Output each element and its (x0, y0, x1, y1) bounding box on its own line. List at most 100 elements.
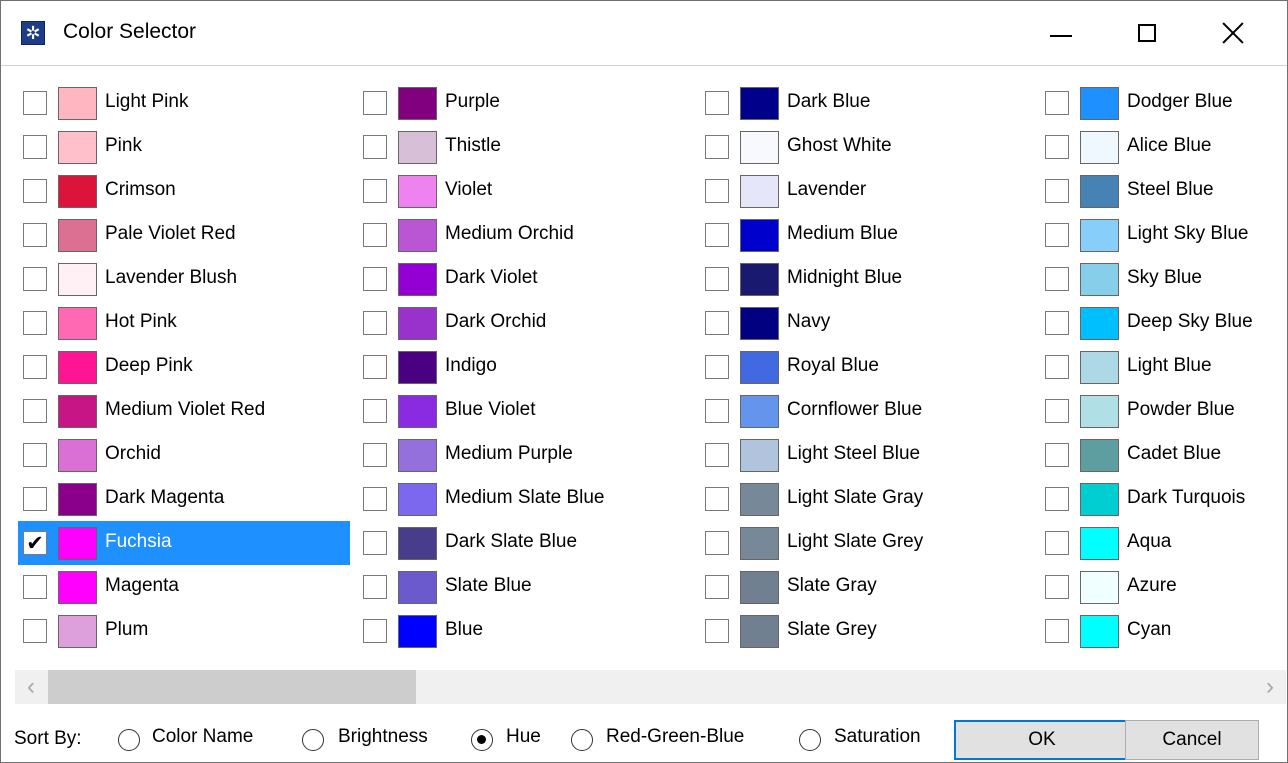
minimize-button[interactable] (1019, 1, 1103, 65)
color-checkbox[interactable] (705, 179, 729, 203)
color-list-item[interactable]: Blue Violet (358, 389, 690, 433)
color-checkbox[interactable] (705, 487, 729, 511)
color-list-item[interactable]: Deep Sky Blue (1040, 301, 1287, 345)
sort-option-brightness-label[interactable]: Brightness (338, 726, 428, 748)
color-checkbox[interactable] (363, 135, 387, 159)
sort-radio-brightness[interactable] (302, 729, 324, 751)
color-checkbox[interactable] (705, 531, 729, 555)
sort-radio-saturation[interactable] (799, 729, 821, 751)
color-list-item[interactable]: Light Sky Blue (1040, 213, 1287, 257)
color-checkbox[interactable] (705, 135, 729, 159)
color-checkbox[interactable] (23, 619, 47, 643)
sort-radio-hue[interactable] (471, 729, 493, 751)
color-list-item[interactable]: Dark Blue (700, 81, 1032, 125)
color-list-item[interactable]: Medium Slate Blue (358, 477, 690, 521)
color-checkbox[interactable] (363, 575, 387, 599)
color-checkbox[interactable] (363, 267, 387, 291)
color-list-item[interactable]: Medium Violet Red (18, 389, 350, 433)
color-checkbox[interactable] (705, 619, 729, 643)
color-list-item[interactable]: Steel Blue (1040, 169, 1287, 213)
color-checkbox[interactable] (363, 487, 387, 511)
cancel-button[interactable]: Cancel (1125, 720, 1259, 760)
color-list-item[interactable]: Pink (18, 125, 350, 169)
color-checkbox[interactable] (23, 223, 47, 247)
sort-radio-red-green-blue[interactable] (571, 729, 593, 751)
color-checkbox[interactable] (363, 443, 387, 467)
color-checkbox[interactable] (705, 355, 729, 379)
color-list-item[interactable]: Aqua (1040, 521, 1287, 565)
color-list-item[interactable]: Medium Purple (358, 433, 690, 477)
color-list-item[interactable]: Orchid (18, 433, 350, 477)
color-list-item[interactable]: Cadet Blue (1040, 433, 1287, 477)
color-checkbox[interactable] (23, 443, 47, 467)
color-list-item[interactable]: Violet (358, 169, 690, 213)
color-checkbox[interactable] (23, 399, 47, 423)
color-checkbox[interactable] (23, 487, 47, 511)
color-checkbox[interactable] (23, 179, 47, 203)
color-checkbox[interactable] (1045, 355, 1069, 379)
color-list-item[interactable]: Deep Pink (18, 345, 350, 389)
color-checkbox[interactable] (1045, 619, 1069, 643)
color-list-item[interactable]: ✔ Fuchsia (18, 521, 350, 565)
color-checkbox[interactable] (1045, 575, 1069, 599)
sort-option-hue-label[interactable]: Hue (506, 726, 541, 748)
scroll-right-arrow-icon[interactable]: › (1254, 670, 1286, 704)
color-list-item[interactable]: Thistle (358, 125, 690, 169)
color-checkbox[interactable] (705, 223, 729, 247)
color-list-item[interactable]: Navy (700, 301, 1032, 345)
color-checkbox[interactable] (363, 355, 387, 379)
color-checkbox[interactable] (363, 311, 387, 335)
color-checkbox[interactable] (1045, 179, 1069, 203)
color-checkbox[interactable] (1045, 443, 1069, 467)
color-list-item[interactable]: Medium Orchid (358, 213, 690, 257)
color-list-item[interactable]: Light Slate Gray (700, 477, 1032, 521)
color-list-item[interactable]: Dark Turquois (1040, 477, 1287, 521)
color-list-item[interactable]: Ghost White (700, 125, 1032, 169)
color-checkbox[interactable] (1045, 267, 1069, 291)
color-list-item[interactable]: Light Blue (1040, 345, 1287, 389)
color-checkbox[interactable] (1045, 487, 1069, 511)
color-list-item[interactable]: Purple (358, 81, 690, 125)
close-button[interactable] (1191, 1, 1275, 65)
color-checkbox[interactable] (363, 91, 387, 115)
color-list-item[interactable]: Dodger Blue (1040, 81, 1287, 125)
color-list-item[interactable]: Alice Blue (1040, 125, 1287, 169)
scrollbar-thumb[interactable] (48, 670, 416, 704)
title-bar[interactable]: ✲ Color Selector (1, 1, 1287, 66)
horizontal-scrollbar[interactable]: ‹ › (15, 670, 1286, 704)
sort-option-color-name-label[interactable]: Color Name (152, 726, 253, 748)
color-list-item[interactable]: Light Slate Grey (700, 521, 1032, 565)
color-list-item[interactable]: Midnight Blue (700, 257, 1032, 301)
color-checkbox[interactable] (1045, 135, 1069, 159)
color-checkbox[interactable]: ✔ (23, 531, 47, 555)
color-list-item[interactable]: Medium Blue (700, 213, 1032, 257)
color-checkbox[interactable] (705, 399, 729, 423)
sort-radio-color-name[interactable] (118, 729, 140, 751)
color-list-item[interactable]: Royal Blue (700, 345, 1032, 389)
color-list-item[interactable]: Pale Violet Red (18, 213, 350, 257)
color-list-item[interactable]: Dark Violet (358, 257, 690, 301)
color-checkbox[interactable] (23, 91, 47, 115)
color-checkbox[interactable] (363, 531, 387, 555)
color-checkbox[interactable] (363, 179, 387, 203)
color-list-item[interactable]: Dark Slate Blue (358, 521, 690, 565)
color-checkbox[interactable] (705, 91, 729, 115)
color-checkbox[interactable] (705, 443, 729, 467)
color-checkbox[interactable] (1045, 223, 1069, 247)
color-checkbox[interactable] (23, 267, 47, 291)
color-list-item[interactable]: Cyan (1040, 609, 1287, 653)
color-list-item[interactable]: Cornflower Blue (700, 389, 1032, 433)
color-list-item[interactable]: Light Steel Blue (700, 433, 1032, 477)
color-list-item[interactable]: Slate Gray (700, 565, 1032, 609)
color-checkbox[interactable] (705, 575, 729, 599)
color-checkbox[interactable] (705, 267, 729, 291)
color-checkbox[interactable] (705, 311, 729, 335)
color-checkbox[interactable] (1045, 531, 1069, 555)
color-list-item[interactable]: Plum (18, 609, 350, 653)
sort-option-saturation-label[interactable]: Saturation (834, 726, 921, 748)
color-list-item[interactable]: Slate Grey (700, 609, 1032, 653)
color-list-item[interactable]: Azure (1040, 565, 1287, 609)
color-list-item[interactable]: Powder Blue (1040, 389, 1287, 433)
color-checkbox[interactable] (1045, 311, 1069, 335)
color-list-item[interactable]: Dark Orchid (358, 301, 690, 345)
